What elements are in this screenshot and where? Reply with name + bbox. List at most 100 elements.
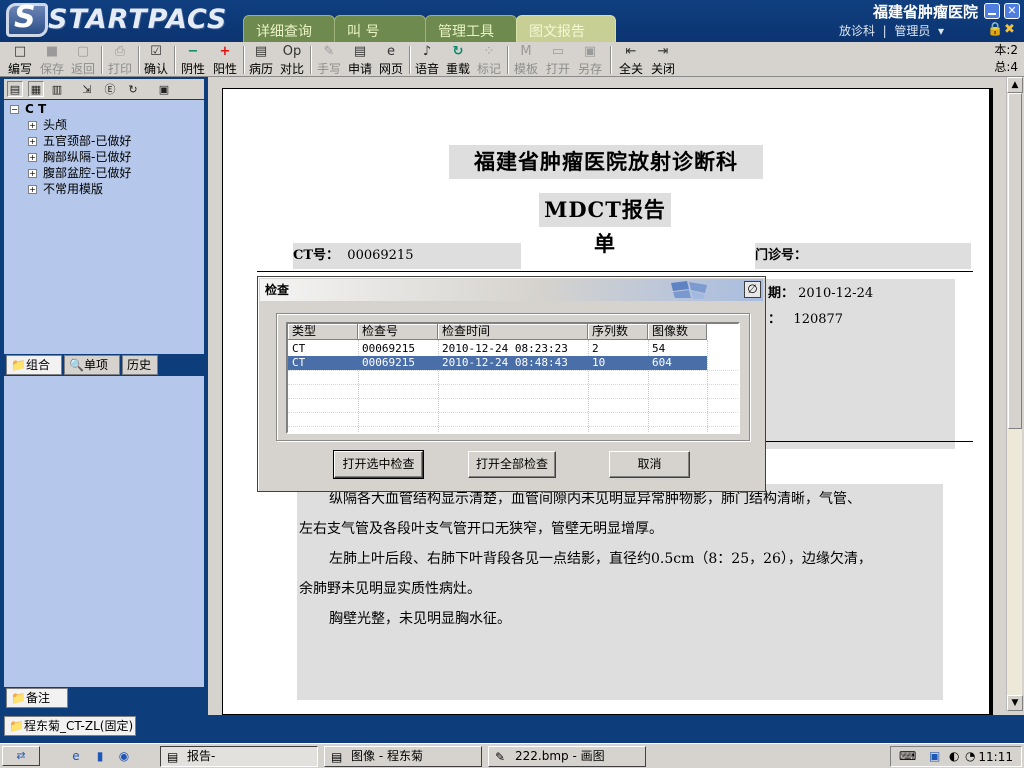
webpage-button[interactable]: e 网页 xyxy=(377,44,405,76)
tree-item-abdomen[interactable]: + 腹部盆腔-已做好 xyxy=(28,165,131,181)
task-paint[interactable]: ✎ 222.bmp - 画图 xyxy=(488,746,646,767)
handwrite-button[interactable]: ✎ 手写 xyxy=(315,44,343,76)
open-button[interactable]: ▭ 打开 xyxy=(544,44,572,76)
windows-taskbar: ⇄ e ▮ ◉ ▤ 报告- ▤ 图像 - 程东菊 ✎ 222.bmp - 画图 ⌨ ▣… xyxy=(0,743,1024,768)
exam-select-dialog: 检查 ∅ 类型 检查号 检查时间 序列数 图像数 CT 00069215 201… xyxy=(257,276,766,492)
patient-info-block[interactable] xyxy=(755,279,955,449)
positive-button[interactable]: + 阳性 xyxy=(211,44,239,76)
table-row-selected[interactable]: CT 00069215 2010-12-24 08:48:43 10 604 xyxy=(288,356,707,370)
network-icon[interactable]: ▣ xyxy=(929,749,940,763)
scroll-down-button[interactable]: ▼ xyxy=(1007,695,1023,711)
scroll-up-button[interactable]: ▲ xyxy=(1007,77,1023,93)
save-button[interactable]: ■ 保存 xyxy=(38,44,66,76)
findings-text-area[interactable]: 纵隔各大血管结构显示清楚，血管间隙内未见明显异常肿物影，肺门结构清晰，气管、 左… xyxy=(297,484,943,700)
department-user[interactable]: 放诊科 | 管理员 ▾ xyxy=(839,22,944,39)
exam-table[interactable]: 类型 检查号 检查时间 序列数 图像数 CT 00069215 2010-12-… xyxy=(286,322,740,434)
paint-icon: ✎ xyxy=(495,750,506,764)
exam-list-group: 类型 检查号 检查时间 序列数 图像数 CT 00069215 2010-12-… xyxy=(276,313,750,441)
left-tabs: 📁组合 🔍单项 历史 xyxy=(4,354,204,376)
app-logo: S STARTPACS xyxy=(4,0,226,38)
media-icon[interactable]: ▮ xyxy=(92,748,108,764)
dialog-close-icon[interactable]: ∅ xyxy=(744,281,761,298)
tray-app-icon[interactable]: ◔ xyxy=(965,749,975,763)
medical-record-button[interactable]: ▤ 病历 xyxy=(247,44,275,76)
task-report[interactable]: ▤ 报告- xyxy=(160,746,318,767)
tree-root[interactable]: − C T xyxy=(10,101,46,117)
folder-icon: ▭ xyxy=(551,44,565,59)
tree-item-chest[interactable]: + 胸部纵隔-已做好 xyxy=(28,149,131,165)
reload-button[interactable]: ↻ 重载 xyxy=(444,44,472,76)
mark-button[interactable]: ⁘ 标记 xyxy=(475,44,503,76)
return-button[interactable]: ▢ 返回 xyxy=(69,44,97,76)
write-button[interactable]: □ 编写 xyxy=(6,44,34,76)
task-images[interactable]: ▤ 图像 - 程东菊 xyxy=(324,746,482,767)
column-header-series[interactable]: 序列数 xyxy=(588,324,648,340)
print-button[interactable]: ⎙ 打印 xyxy=(106,44,134,76)
internet-explorer-icon[interactable]: e xyxy=(68,748,84,764)
volume-icon[interactable]: ◐ xyxy=(949,749,959,763)
plus-icon: + xyxy=(219,44,231,59)
report-title: 福建省肿瘤医院放射诊断科 xyxy=(449,145,763,179)
negative-button[interactable]: − 阴性 xyxy=(179,44,207,76)
tab-notes[interactable]: 📁备注 xyxy=(6,688,68,708)
tab-call-number[interactable]: 叫 号 xyxy=(334,15,426,42)
tab-report[interactable]: 图文报告 xyxy=(516,15,616,42)
tools-icon[interactable]: ✖ xyxy=(1004,22,1020,38)
save-as-button[interactable]: ▣ 另存 xyxy=(576,44,604,76)
tab-history[interactable]: 历史 xyxy=(122,355,158,375)
voice-button[interactable]: ♪ 语音 xyxy=(413,44,441,76)
notes-panel[interactable] xyxy=(4,382,204,687)
patient-tab-bar: 📁程东菊_CT-ZL(固定) xyxy=(0,715,1024,739)
column-header-images[interactable]: 图像数 xyxy=(648,324,707,340)
open-all-button[interactable]: 打开全部检查 xyxy=(468,451,556,478)
toolbar-separator xyxy=(243,46,245,74)
webpage-icon: e xyxy=(387,44,395,59)
browser-icon[interactable]: ◉ xyxy=(116,748,132,764)
scroll-thumb[interactable] xyxy=(1008,93,1022,429)
disk-icon[interactable]: ▣ xyxy=(156,81,172,97)
close-window-button[interactable]: ✕ xyxy=(1004,3,1020,19)
lock-icon[interactable]: 🔒 xyxy=(987,22,1003,38)
close-all-button[interactable]: ⇤ 全关 xyxy=(617,44,645,76)
refresh-icon[interactable]: ↻ xyxy=(125,81,141,97)
keyboard-icon[interactable]: ⌨ xyxy=(899,749,916,763)
page-counter: 本:2 总:4 xyxy=(994,43,1018,74)
hospital-name: 福建省肿瘤医院 xyxy=(872,3,978,21)
close-button[interactable]: ⇥ 关闭 xyxy=(649,44,677,76)
patient-tab[interactable]: 📁程东菊_CT-ZL(固定) xyxy=(4,716,136,736)
tab-single[interactable]: 🔍单项 xyxy=(64,355,120,375)
toolbar-separator xyxy=(610,46,612,74)
title-bar: S STARTPACS 详细查询 叫 号 管理工具 图文报告 福建省肿瘤医院 放… xyxy=(0,0,1024,42)
open-selected-button[interactable]: 打开选中检查 xyxy=(333,450,424,479)
list-view-icon[interactable]: ▦ xyxy=(28,81,44,97)
tree-item-uncommon[interactable]: + 不常用模版 xyxy=(28,181,103,197)
pen-icon: ✎ xyxy=(323,44,335,59)
table-row[interactable]: CT 00069215 2010-12-24 08:23:23 2 54 xyxy=(288,342,707,356)
reload-icon: ↻ xyxy=(452,44,464,59)
toolbar-separator xyxy=(174,46,176,74)
tree-view-icon[interactable]: ▤ xyxy=(7,81,23,97)
detail-view-icon[interactable]: ▥ xyxy=(49,81,65,97)
tab-detail-query[interactable]: 详细查询 xyxy=(243,15,335,42)
clinic-number-field[interactable]: 门诊号： xyxy=(755,243,971,269)
cancel-button[interactable]: 取消 xyxy=(609,451,690,478)
confirm-button[interactable]: ☑ 确认 xyxy=(142,44,170,76)
template-button[interactable]: M 模板 xyxy=(512,44,540,76)
tab-management-tools[interactable]: 管理工具 xyxy=(425,15,517,42)
export-icon[interactable]: Ⓔ xyxy=(102,81,118,97)
ct-number-field[interactable]: CT号： 00069215 xyxy=(293,243,521,269)
column-header-exam-time[interactable]: 检查时间 xyxy=(438,324,588,340)
minimize-button[interactable] xyxy=(984,3,1000,19)
return-icon: ▢ xyxy=(76,44,90,59)
tab-group[interactable]: 📁组合 xyxy=(6,355,62,375)
tree-item-head[interactable]: + 头颅 xyxy=(28,117,67,133)
request-button[interactable]: ▤ 申请 xyxy=(346,44,374,76)
import-icon[interactable]: ⇲ xyxy=(79,81,95,97)
report-scrollbar[interactable]: ▲ ▼ xyxy=(1006,77,1023,711)
column-header-exam-no[interactable]: 检查号 xyxy=(358,324,438,340)
tree-item-ent-neck[interactable]: + 五官颈部-已做好 xyxy=(28,133,131,149)
exam-field: ： 120877 xyxy=(768,312,844,327)
start-button[interactable]: ⇄ xyxy=(2,746,40,766)
compare-button[interactable]: Op 对比 xyxy=(278,44,306,76)
column-header-type[interactable]: 类型 xyxy=(288,324,358,340)
